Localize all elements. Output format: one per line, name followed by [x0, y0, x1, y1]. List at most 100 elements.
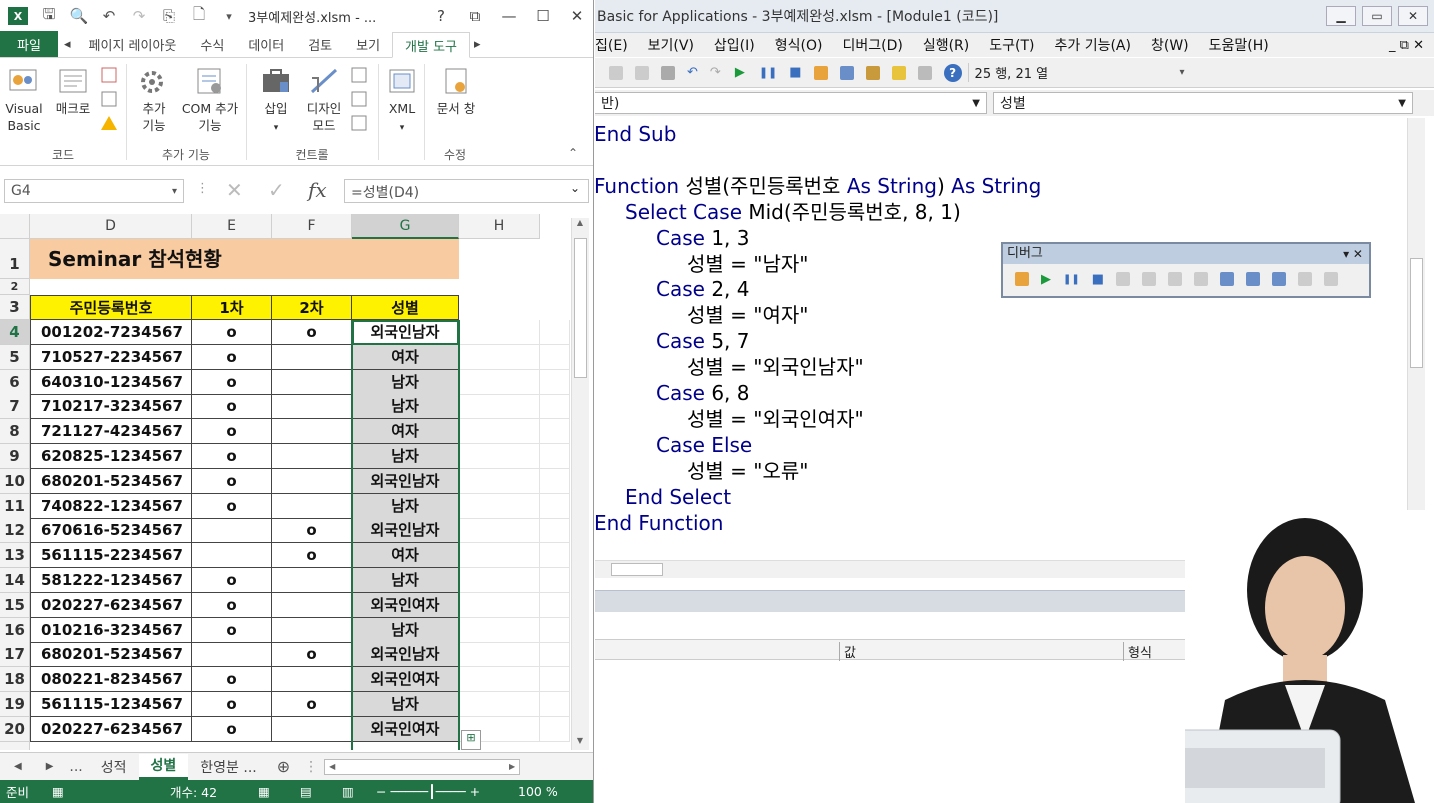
code-line[interactable]: 성별 = "외국인여자" — [687, 406, 864, 432]
object-combo[interactable]: 반) ▼ — [595, 92, 987, 114]
tab-scroll-right[interactable]: ▸ — [470, 31, 485, 57]
row-header[interactable]: 1 — [0, 239, 30, 279]
break-icon[interactable]: ❚❚ — [759, 66, 777, 79]
row-header[interactable]: 4 — [0, 320, 30, 345]
row-header[interactable]: 3 — [0, 295, 30, 320]
menu-format[interactable]: 형식(O) — [765, 35, 833, 55]
cell-round1[interactable]: o — [192, 494, 272, 519]
cell-empty[interactable] — [540, 593, 570, 618]
properties-icon[interactable] — [865, 65, 880, 80]
cell-id[interactable]: 080221-8234567 — [30, 667, 192, 692]
reset-icon[interactable]: ■ — [789, 65, 801, 80]
code-window[interactable]: End Sub Function 성별(주민등록번호 As String) As … — [595, 118, 1407, 560]
cell-gender[interactable]: 외국인여자 — [352, 667, 459, 692]
menu-window[interactable]: 창(W) — [1141, 35, 1199, 55]
cell-id[interactable]: 581222-1234567 — [30, 568, 192, 593]
row-header[interactable]: 7 — [0, 394, 30, 419]
cell-empty[interactable] — [540, 518, 570, 543]
vba-minimize-button[interactable]: ▁ — [1326, 6, 1356, 26]
quick-watch-icon[interactable] — [1298, 272, 1313, 286]
cell-round2[interactable] — [272, 444, 352, 469]
cell-round1[interactable]: o — [192, 394, 272, 419]
cell-empty[interactable] — [459, 543, 540, 568]
maximize-button[interactable]: ☐ — [526, 7, 560, 25]
cell-empty[interactable] — [459, 345, 540, 370]
horizontal-scrollbar[interactable]: ◀ ▶ — [324, 758, 521, 775]
normal-view-icon[interactable]: ▦ — [258, 784, 300, 799]
cell-empty[interactable] — [540, 370, 570, 395]
toolbox-icon[interactable] — [917, 65, 932, 80]
cell-id[interactable]: 710217-3234567 — [30, 394, 192, 419]
cell-gender[interactable]: 여자 — [352, 345, 459, 370]
sheet-tab-active[interactable]: 성별 — [138, 753, 189, 780]
cell-empty[interactable] — [459, 394, 540, 419]
cell-empty[interactable] — [459, 642, 540, 667]
step-into-icon[interactable] — [1142, 272, 1157, 286]
title-cell[interactable]: Seminar 참석현황 — [30, 239, 459, 279]
close-button[interactable]: ✕ — [560, 7, 593, 25]
cell-round1[interactable]: o — [192, 320, 272, 345]
cell-id[interactable]: 640310-1234567 — [30, 370, 192, 395]
code-line[interactable]: End Select — [625, 484, 731, 510]
tab-data[interactable]: 데이터 — [236, 31, 296, 57]
tab-scroll-left[interactable]: ◂ — [58, 31, 77, 57]
cell-empty[interactable] — [540, 642, 570, 667]
cell-round2[interactable] — [272, 667, 352, 692]
cell-round2[interactable]: o — [272, 642, 352, 667]
cell-id[interactable]: 710527-2234567 — [30, 345, 192, 370]
formula-input[interactable]: =성별(D4) — [344, 179, 589, 203]
cell-empty[interactable] — [459, 419, 540, 444]
cell-gender[interactable]: 남자 — [352, 568, 459, 593]
cell-round1[interactable] — [192, 518, 272, 543]
design-mode-icon[interactable] — [813, 65, 828, 80]
header-gender[interactable]: 성별 — [352, 295, 459, 320]
cell-round1[interactable] — [192, 543, 272, 568]
zoom-slider[interactable]: − ─────┃──── + — [376, 784, 518, 799]
cell-empty[interactable] — [540, 568, 570, 593]
header-id[interactable]: 주민등록번호 — [30, 295, 192, 320]
cell-id[interactable]: 620825-1234567 — [30, 444, 192, 469]
cell-round2[interactable]: o — [272, 543, 352, 568]
code-line[interactable]: 성별 = "남자" — [687, 251, 808, 277]
menu-edit[interactable]: 집(E) — [595, 35, 638, 55]
page-layout-view-icon[interactable]: ▤ — [300, 784, 342, 799]
row-header[interactable]: 19 — [0, 692, 30, 717]
cell-empty[interactable] — [540, 618, 570, 643]
row-header[interactable]: 15 — [0, 593, 30, 618]
cell-gender[interactable]: 남자 — [352, 618, 459, 643]
toolbar-options-icon[interactable]: ▾ — [1180, 67, 1185, 78]
row-header[interactable]: 8 — [0, 419, 30, 444]
code-line[interactable]: 성별 = "오류" — [687, 458, 808, 484]
call-stack-icon[interactable] — [1324, 272, 1339, 286]
menu-insert[interactable]: 삽입(I) — [704, 35, 765, 55]
row-header[interactable]: 14 — [0, 568, 30, 593]
row-header[interactable]: 10 — [0, 469, 30, 494]
cell-round2[interactable] — [272, 345, 352, 370]
cell-empty[interactable] — [540, 494, 570, 519]
row-header[interactable]: 18 — [0, 667, 30, 692]
cell-id[interactable]: 020227-6234567 — [30, 593, 192, 618]
cell-round1[interactable]: o — [192, 667, 272, 692]
cell-empty[interactable] — [459, 568, 540, 593]
document-pane-button[interactable]: 문서 창 — [430, 66, 482, 117]
code-line[interactable]: Case 5, 7 — [656, 328, 749, 354]
code-line[interactable]: Case 1, 3 — [656, 225, 749, 251]
cell-empty[interactable] — [459, 518, 540, 543]
cell-round2[interactable] — [272, 394, 352, 419]
cell-gender[interactable]: 외국인남자 — [352, 642, 459, 667]
cell-id[interactable]: 020227-6234567 — [30, 717, 192, 742]
select-all-corner[interactable] — [0, 214, 30, 239]
cell-gender[interactable]: 여자 — [352, 543, 459, 568]
cell-gender[interactable]: 외국인남자 — [352, 518, 459, 543]
worksheet-grid[interactable]: D E F G H 1 Seminar 참석현황 2 3 주민등록번호 1차 2차 성별 4 001202-… — [0, 214, 570, 750]
name-box[interactable]: G4 ▾ — [4, 179, 184, 203]
code-vertical-scrollbar[interactable] — [1407, 118, 1425, 560]
break-icon[interactable]: ❚❚ — [1063, 274, 1080, 285]
row-header[interactable]: 12 — [0, 518, 30, 543]
cell-gender[interactable]: 남자 — [352, 370, 459, 395]
cell-gender[interactable]: 남자 — [352, 692, 459, 717]
next-sheet-icon[interactable]: ▶ — [36, 761, 64, 772]
cell-id[interactable]: 670616-5234567 — [30, 518, 192, 543]
cell-round1[interactable]: o — [192, 419, 272, 444]
cell-round2[interactable]: o — [272, 518, 352, 543]
